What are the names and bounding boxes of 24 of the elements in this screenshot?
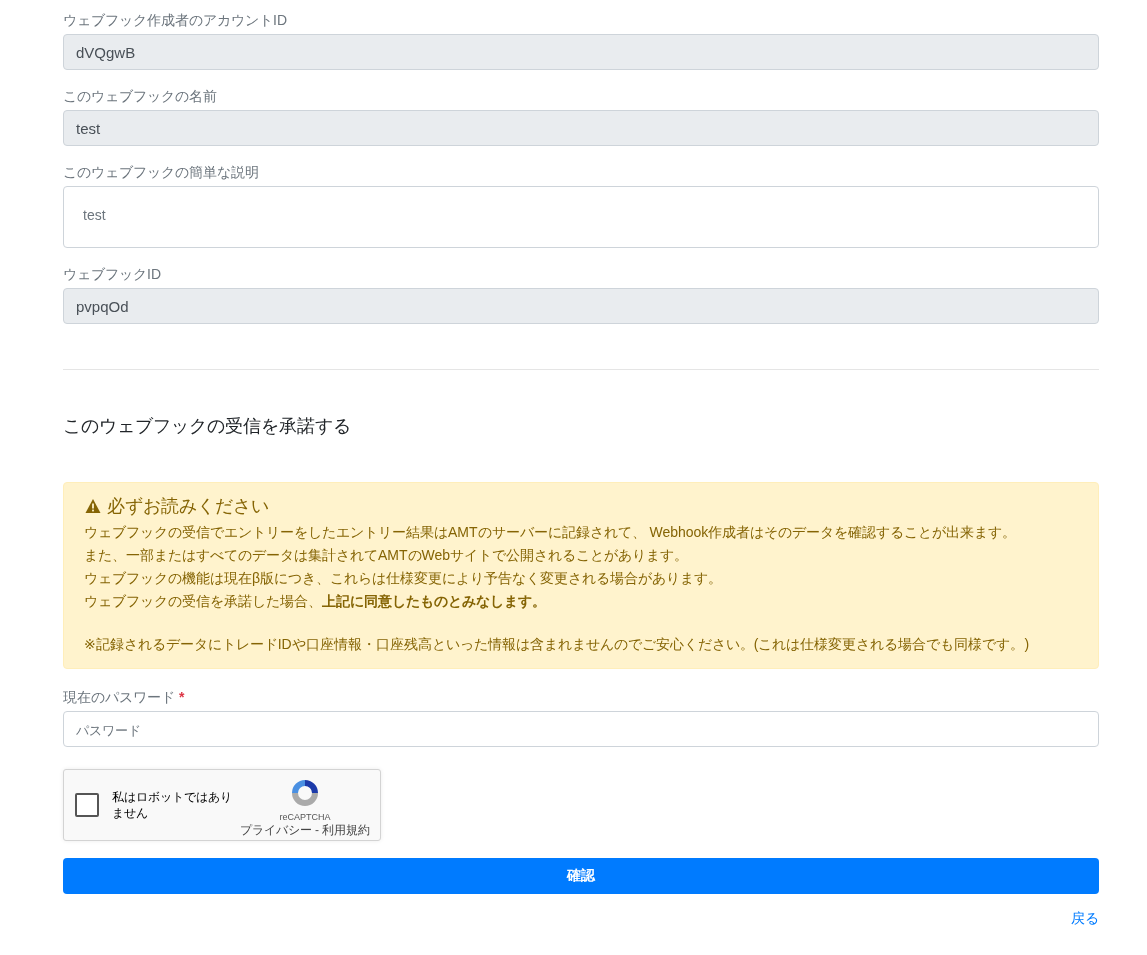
password-field[interactable]: パスワード [63,711,1099,747]
alert-text: また、一部またはすべてのデータは集計されてAMTのWebサイトで公開されることがあります。 [84,546,690,565]
field-label: 現在のパスワード [63,689,175,705]
field-label: ウェブフック作成者のアカウントID [63,11,288,30]
alert-text: ウェブフックの機能は現在β版につき、これらは仕様変更により予告なく変更される場合があります。 [84,569,724,588]
field-label: このウェブフックの簡単な説明 [63,163,260,182]
alert-text: ウェブフックの受信でエントリーをしたエントリー結果はAMTのサーバーに記録されて、 Webhook作成者はそのデータを確認することが出来ます。 [84,523,1018,542]
required-mark: * [179,689,185,705]
separator: - [315,823,319,837]
captcha-label: 私はロボットではありません [112,789,233,821]
alert-title: 必ずお読みください [107,495,269,518]
captcha-link[interactable]: プライバシー [240,823,312,837]
section-heading: このウェブフックの受信を承諾する [63,415,352,438]
warning-icon [84,498,102,514]
captcha-brand: reCAPTCHA [279,812,331,822]
checkbox[interactable] [75,793,99,817]
alert-text: ウェブフックの受信を承諾した場合、上記に同意したものとみなします。 [84,592,547,611]
alert-text: ※記録されるデータにトレードIDや口座情報・口座残高といった情報は含まれませんのでご安心ください。(これは仕様変更される場合でも同様です。) [84,635,1031,654]
field-label: このウェブフックの名前 [63,87,218,106]
field-label: ウェブフックID [63,265,162,284]
captcha-link[interactable]: 利用規約 [322,823,370,837]
confirm-button[interactable]: 確認 [63,858,1099,894]
description-field[interactable]: test [63,186,1099,248]
back-link[interactable]: 戻る [1071,910,1099,928]
